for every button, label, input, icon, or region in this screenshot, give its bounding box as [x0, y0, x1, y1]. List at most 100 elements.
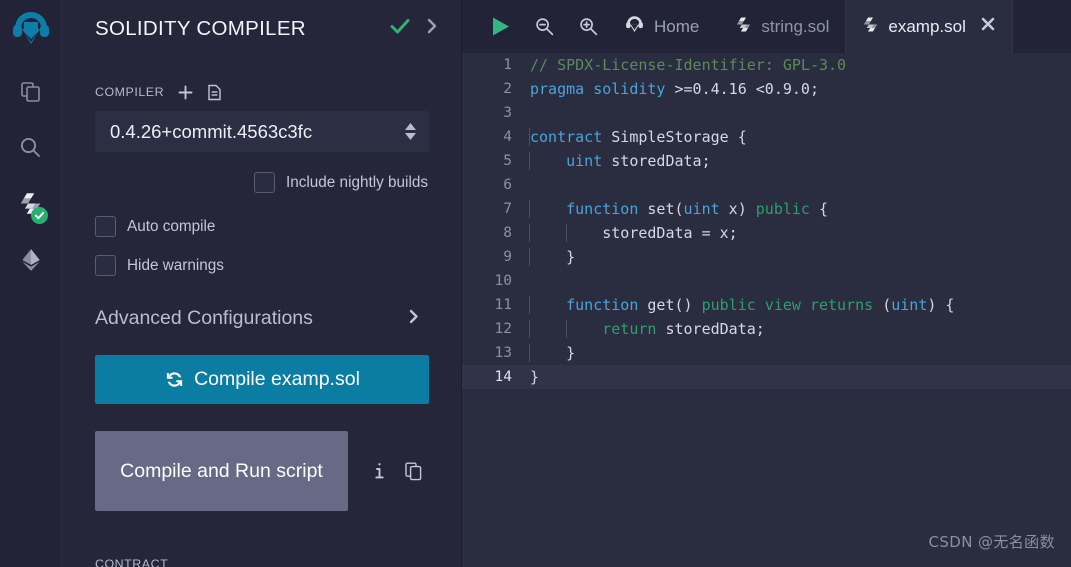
- line-number: 4: [503, 129, 512, 145]
- auto-compile-row[interactable]: Auto compile: [95, 216, 428, 237]
- code-line[interactable]: 11 function get() public view returns (u…: [462, 293, 1071, 317]
- indent-guide: [529, 248, 530, 266]
- code-text: contract SimpleStorage {: [528, 128, 747, 146]
- code-token: SimpleStorage {: [602, 128, 747, 146]
- activity-icon-bar: [0, 0, 62, 567]
- tab-home[interactable]: Home: [610, 0, 719, 53]
- document-icon[interactable]: [207, 84, 222, 101]
- sidebar-item-file-explorer[interactable]: [0, 66, 62, 122]
- sidebar-item-solidity-compiler[interactable]: [0, 178, 62, 234]
- plus-icon[interactable]: [177, 84, 194, 101]
- code-line[interactable]: 10: [462, 269, 1071, 293]
- code-token: }: [530, 368, 540, 386]
- solidity-icon: [735, 15, 752, 39]
- tab-string-sol[interactable]: string.sol: [719, 0, 845, 53]
- tab-examp-sol[interactable]: examp.sol: [845, 0, 1013, 53]
- code-text: }: [528, 248, 575, 266]
- line-number: 2: [503, 81, 512, 97]
- compile-and-run-script-button[interactable]: Compile and Run script: [95, 431, 348, 511]
- sidebar-item-deploy-run[interactable]: [0, 234, 62, 290]
- line-number: 6: [503, 177, 512, 193]
- code-token: function: [566, 200, 639, 218]
- code-token: function: [566, 296, 639, 314]
- code-token: uint: [566, 152, 603, 170]
- search-icon: [18, 135, 43, 165]
- indent-guide: [529, 224, 530, 242]
- remix-logo[interactable]: [7, 6, 55, 54]
- panel-body: COMPILER 0.4.26+commit.4563c3fc Include …: [62, 82, 461, 511]
- code-token: }: [530, 248, 576, 266]
- indent-guide: [529, 152, 530, 170]
- run-script-icons: [372, 461, 422, 481]
- solidity-icon: [862, 15, 879, 39]
- line-number: 3: [503, 105, 512, 121]
- compile-button[interactable]: Compile examp.sol: [95, 355, 429, 404]
- refresh-icon: [164, 369, 185, 390]
- code-text: pragma solidity >=0.4.16 <0.9.0;: [528, 80, 819, 98]
- code-line[interactable]: 3: [462, 101, 1071, 125]
- code-line[interactable]: 1 // SPDX-License-Identifier: GPL-3.0: [462, 53, 1071, 77]
- watermark: CSDN @无名函数: [928, 533, 1055, 551]
- play-icon[interactable]: [478, 0, 522, 53]
- contract-section-label: CONTRACT: [95, 557, 169, 567]
- code-token: x): [719, 200, 756, 218]
- close-icon[interactable]: [980, 16, 996, 37]
- code-line[interactable]: 5 uint storedData;: [462, 149, 1071, 173]
- code-text: uint storedData;: [528, 152, 711, 170]
- code-line[interactable]: 9 }: [462, 245, 1071, 269]
- code-token: view: [764, 296, 801, 314]
- editor-area: Home string.sol examp.sol 1 // SPDX-Lice…: [462, 0, 1071, 567]
- code-text: // SPDX-License-Identifier: GPL-3.0: [528, 56, 846, 74]
- compiler-label: COMPILER: [95, 85, 165, 99]
- indent-guide: [529, 344, 530, 362]
- code-line[interactable]: 7 function set(uint x) public {: [462, 197, 1071, 221]
- solidity-compiler-panel: SOLIDITY COMPILER COMPILER 0.4.26+commit…: [62, 0, 462, 567]
- hide-warnings-row[interactable]: Hide warnings: [95, 255, 428, 276]
- zoom-out-icon[interactable]: [522, 0, 566, 53]
- code-token: storedData;: [656, 320, 765, 338]
- hide-warnings-checkbox[interactable]: [95, 255, 116, 276]
- tab-examp-sol-label: examp.sol: [888, 16, 966, 36]
- code-editor[interactable]: 1 // SPDX-License-Identifier: GPL-3.0 2 pra…: [462, 53, 1071, 567]
- code-line[interactable]: 4 contract SimpleStorage {: [462, 125, 1071, 149]
- advanced-configurations-toggle[interactable]: Advanced Configurations: [95, 307, 428, 330]
- line-number: 5: [503, 153, 512, 169]
- auto-compile-checkbox[interactable]: [95, 216, 116, 237]
- code-text: storedData = x;: [528, 224, 738, 242]
- code-token: ) {: [927, 296, 955, 314]
- code-line[interactable]: 14}: [462, 365, 1071, 389]
- remix-home-icon: [624, 14, 645, 40]
- sidebar-item-search[interactable]: [0, 122, 62, 178]
- tab-string-sol-label: string.sol: [761, 16, 830, 36]
- code-text: function set(uint x) public {: [528, 200, 828, 218]
- tab-home-label: Home: [654, 16, 700, 36]
- line-number: 11: [494, 297, 512, 313]
- code-text: return storedData;: [528, 320, 765, 338]
- code-line[interactable]: 12 return storedData;: [462, 317, 1071, 341]
- expand-panel-chevron-icon[interactable]: [425, 17, 439, 41]
- code-token: returns: [809, 296, 874, 314]
- code-line[interactable]: 6: [462, 173, 1071, 197]
- include-nightly-builds-label: Include nightly builds: [285, 173, 428, 191]
- hide-warnings-label: Hide warnings: [127, 256, 224, 274]
- info-icon[interactable]: [372, 461, 387, 481]
- compiler-version-select[interactable]: 0.4.26+commit.4563c3fc: [95, 111, 429, 152]
- code-token: solidity: [593, 80, 666, 98]
- code-token: storedData;: [602, 152, 711, 170]
- code-token: uint: [891, 296, 928, 314]
- include-nightly-builds-row[interactable]: Include nightly builds: [95, 172, 428, 193]
- include-nightly-builds-checkbox[interactable]: [253, 172, 275, 193]
- copy-icon[interactable]: [405, 462, 422, 481]
- code-line[interactable]: 8 storedData = x;: [462, 221, 1071, 245]
- code-line[interactable]: 13 }: [462, 341, 1071, 365]
- select-spinner-icon: [405, 123, 416, 140]
- compiler-version-value: 0.4.26+commit.4563c3fc: [110, 120, 313, 142]
- panel-header: SOLIDITY COMPILER: [62, 0, 461, 57]
- zoom-in-icon[interactable]: [566, 0, 610, 53]
- code-token: storedData = x;: [530, 224, 738, 242]
- code-token: public: [755, 200, 810, 218]
- code-line[interactable]: 2 pragma solidity >=0.4.16 <0.9.0;: [462, 77, 1071, 101]
